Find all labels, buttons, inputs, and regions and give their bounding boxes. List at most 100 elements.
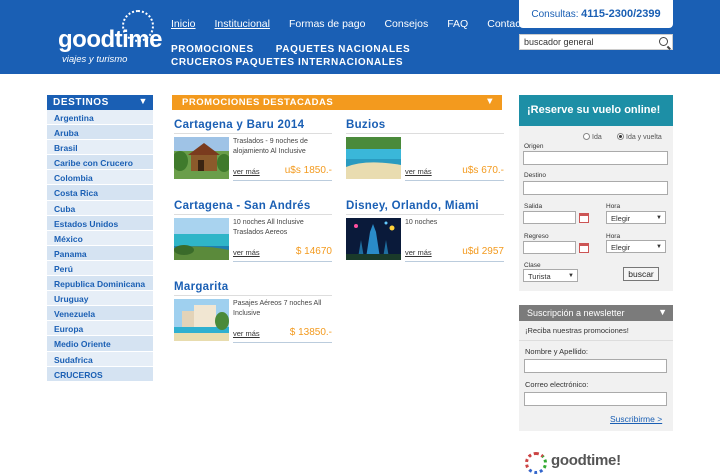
radio-selected-icon [617, 133, 624, 140]
destino-item[interactable]: Uruguay [47, 291, 153, 307]
calendar-icon[interactable] [579, 243, 589, 253]
chevron-down-icon: ▼ [138, 96, 148, 106]
destino-item[interactable]: Perú [47, 260, 153, 277]
promo-description: 10 noches [405, 219, 438, 226]
radio-ida[interactable]: Ida [583, 133, 602, 141]
divider [233, 261, 332, 262]
destino-item[interactable]: Colombia [47, 170, 153, 186]
destino-item[interactable]: Cuba [47, 200, 153, 216]
destino-item[interactable]: Venezuela [47, 306, 153, 322]
chevron-down-icon: ▼ [658, 307, 667, 317]
email-input[interactable] [524, 392, 667, 406]
logo[interactable]: goodtime viajes y turismo [58, 10, 163, 66]
divider [405, 180, 504, 181]
destino-item[interactable]: CRUCEROS [47, 366, 153, 382]
promo-price: $ 14670 [295, 246, 332, 257]
logo-ring-icon [525, 452, 547, 474]
name-input[interactable] [524, 359, 667, 373]
nav-inicio[interactable]: Inicio [171, 18, 196, 30]
ver-mas-link[interactable]: ver más [233, 329, 260, 338]
nav-promociones[interactable]: PROMOCIONES [171, 43, 254, 56]
search-input[interactable] [520, 35, 656, 49]
promo-card-title[interactable]: Margarita [174, 281, 332, 296]
promo-price: u$s 1850.- [284, 165, 332, 176]
origen-label: Origen [524, 143, 544, 150]
destino-item[interactable]: Medio Oriente [47, 336, 153, 352]
promo-card-title[interactable]: Cartagena - San Andrés [174, 200, 332, 215]
destinos-title: DESTINOS [53, 97, 109, 108]
nav-paquetes-nacionales[interactable]: PAQUETES NACIONALES [276, 43, 411, 56]
nav-faq[interactable]: FAQ [447, 18, 468, 30]
promo-card: Cartagena y Baru 2014 Traslados - 9 noch… [174, 119, 332, 181]
hora-salida-select[interactable]: Elegir ▼ [606, 211, 666, 224]
destino-item[interactable]: Brasil [47, 140, 153, 156]
promo-image[interactable] [174, 299, 229, 341]
promo-image[interactable] [346, 137, 401, 179]
promo-title: PROMOCIONES DESTACADAS [182, 97, 334, 108]
salida-label: Salida [524, 203, 543, 210]
radio-ida-y-vuelta-label: Ida y vuelta [626, 134, 662, 141]
radio-icon [583, 133, 590, 140]
buscar-button[interactable]: buscar [623, 267, 659, 281]
nav-consejos[interactable]: Consejos [384, 18, 428, 30]
destino-item[interactable]: Aruba [47, 125, 153, 141]
destino-item[interactable]: Costa Rica [47, 185, 153, 201]
flight-booking-title: ¡Reserve su vuelo online! [519, 95, 673, 126]
promo-card-title[interactable]: Buzios [346, 119, 504, 134]
promo-card-title[interactable]: Cartagena y Baru 2014 [174, 119, 332, 134]
destino-item[interactable]: Caribe con Crucero [47, 155, 153, 171]
promo-card: Disney, Orlando, Miami 10 noches ver más… [346, 200, 504, 262]
subscribe-button[interactable]: Suscribirme > [610, 414, 662, 424]
footer-logo[interactable]: goodtime! [525, 450, 625, 474]
logo-text: goodtime [58, 26, 163, 53]
promo-header[interactable]: PROMOCIONES DESTACADAS ▼ [172, 95, 502, 110]
newsletter-header[interactable]: Suscripción a newsletter ▼ [519, 305, 673, 321]
regreso-label: Regreso [524, 233, 549, 240]
regreso-date-input[interactable] [523, 241, 576, 254]
phone-box: Consultas: 4115-2300/2399 [519, 0, 673, 28]
nav-cruceros[interactable]: CRUCEROS [171, 56, 233, 69]
radio-ida-label: Ida [592, 134, 602, 141]
divider [233, 180, 332, 181]
promo-image[interactable] [346, 218, 401, 260]
destino-item[interactable]: Estados Unidos [47, 215, 153, 231]
nav-formas-de-pago[interactable]: Formas de pago [289, 18, 365, 30]
promo-image[interactable] [174, 137, 229, 179]
phone-number: 4115-2300/2399 [581, 8, 661, 20]
destinos-header[interactable]: DESTINOS ▼ [47, 95, 153, 110]
chevron-down-icon: ▼ [485, 96, 495, 107]
ver-mas-link[interactable]: ver más [405, 248, 432, 257]
radio-ida-y-vuelta[interactable]: Ida y vuelta [617, 133, 662, 141]
email-label: Correo electrónico: [525, 380, 589, 389]
promo-price: u$d 2957 [462, 246, 504, 257]
promo-card-title[interactable]: Disney, Orlando, Miami [346, 200, 504, 215]
hora-salida-value: Elegir [611, 214, 631, 223]
name-label: Nombre y Apellido: [525, 347, 588, 356]
nav-institucional[interactable]: Institucional [215, 18, 270, 30]
origen-input[interactable] [523, 151, 668, 165]
search-icon[interactable] [659, 37, 668, 46]
destino-item[interactable]: México [47, 230, 153, 246]
calendar-icon[interactable] [579, 213, 589, 223]
promo-card: Buzios ver más u$s 670.- [346, 119, 504, 181]
promo-image[interactable] [174, 218, 229, 260]
hora-regreso-select[interactable]: Elegir ▼ [606, 240, 666, 253]
footer-logo-text: goodtime! [551, 452, 621, 469]
hora-label: Hora [606, 233, 621, 240]
destino-input[interactable] [523, 181, 668, 195]
flight-booking-panel: ¡Reserve su vuelo online! Ida Ida y vuel… [519, 95, 673, 291]
ver-mas-link[interactable]: ver más [405, 167, 432, 176]
promo-description: Traslados - 9 noches de alojamiento Al I… [233, 138, 308, 155]
nav-paquetes-internacionales[interactable]: PAQUETES INTERNACIONALES [236, 56, 404, 69]
destino-item[interactable]: Sudafrica [47, 351, 153, 367]
top-nav: Inicio Institucional Formas de pago Cons… [171, 18, 548, 30]
clase-select[interactable]: Turista ▼ [523, 269, 578, 282]
destino-item[interactable]: Europa [47, 321, 153, 337]
ver-mas-link[interactable]: ver más [233, 248, 260, 257]
destino-item[interactable]: Panama [47, 245, 153, 261]
destino-item[interactable]: Argentina [47, 110, 153, 126]
dropdown-arrow-icon: ▼ [656, 244, 662, 250]
destino-item[interactable]: Republica Dominicana [47, 276, 153, 292]
ver-mas-link[interactable]: ver más [233, 167, 260, 176]
salida-date-input[interactable] [523, 211, 576, 224]
